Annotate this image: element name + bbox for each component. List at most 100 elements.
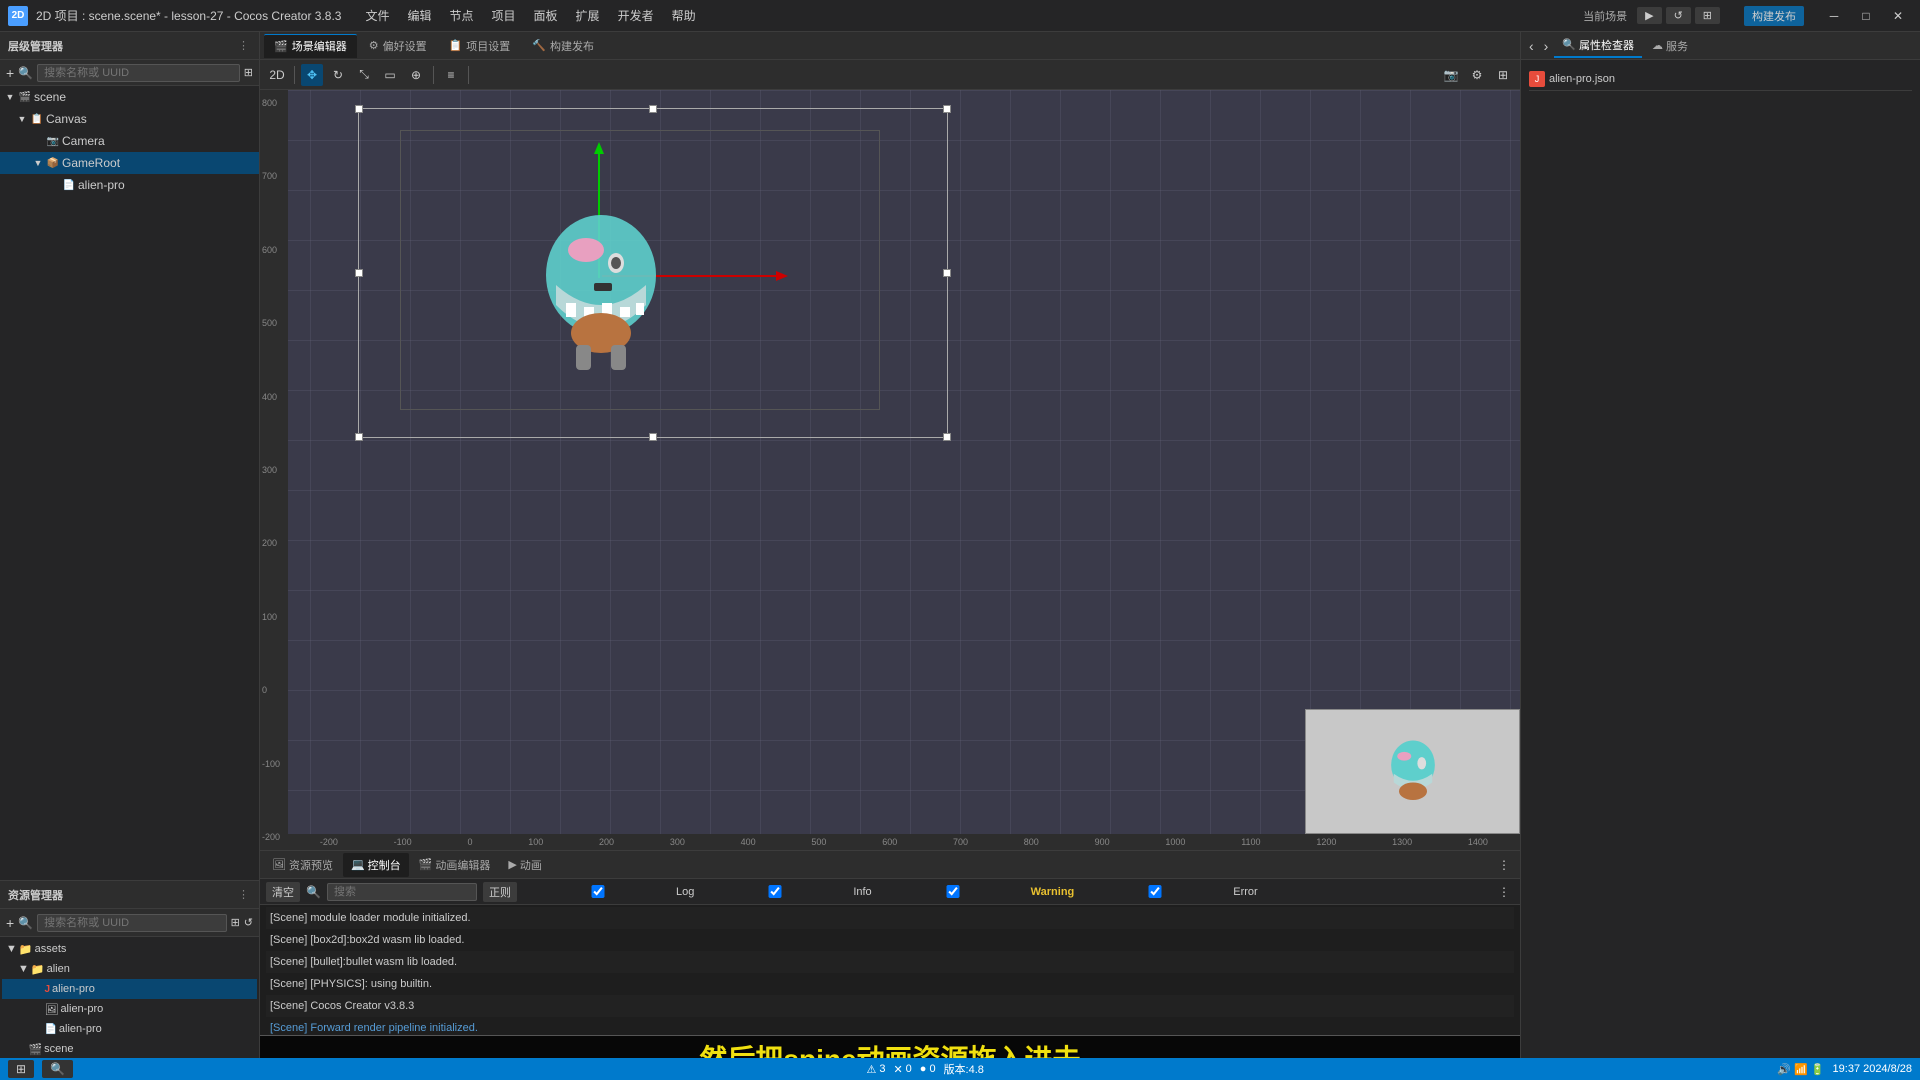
hierarchy-sort-icon[interactable]: ⊞ (244, 66, 253, 79)
filter-warning-checkbox[interactable] (878, 885, 1028, 898)
tab-properties[interactable]: 🔍 属性检查器 (1554, 34, 1642, 58)
nav-back-button[interactable]: ‹ (1525, 38, 1538, 54)
bottom-panel: 🖼 资源预览 💻 控制台 🎬 动画编辑器 ▶ 动画 (260, 850, 1520, 1080)
filter-log[interactable]: Log (523, 885, 694, 898)
btn-move-tool[interactable]: ✥ (301, 64, 323, 86)
device-selector[interactable]: 当前场景 (1577, 8, 1633, 24)
titlebar: 2D 2D 项目 : scene.scene* - lesson-27 - Co… (0, 0, 1920, 32)
right-tabs: ‹ › 🔍 属性检查器 ☁ 服务 (1521, 32, 1920, 60)
console-search-input[interactable] (327, 883, 477, 901)
btn-rotate-tool[interactable]: ↻ (327, 64, 349, 86)
tab-console[interactable]: 💻 控制台 (343, 853, 409, 877)
menu-panel[interactable]: 面板 (526, 5, 566, 26)
warning-count-value: 3 (879, 1063, 885, 1075)
left-panel: 层级管理器 ⋮ + 🔍 ⊞ ▼ 🎬 scene ▼ 📋 Ca (0, 32, 260, 1080)
asset-sort-icon[interactable]: ⊞ (231, 916, 240, 929)
menu-developer[interactable]: 开发者 (610, 5, 662, 26)
tree-arrow-gameroot: ▼ (32, 157, 44, 169)
btn-camera[interactable]: 📷 (1440, 64, 1462, 86)
asset-item-alien[interactable]: ▼ 📁 alien (2, 959, 257, 979)
assets-preview-label: 资源预览 (289, 857, 333, 873)
console-menu-icon[interactable]: ⋮ (1494, 885, 1514, 899)
console-clear-button[interactable]: 清空 (266, 882, 300, 902)
btn-align[interactable]: ≡ (440, 64, 462, 86)
asset-item-alien-pro-skel[interactable]: ▶ 📄 alien-pro (2, 1019, 257, 1039)
start-button[interactable]: ⊞ (8, 1060, 34, 1078)
layout-button[interactable]: ⊞ (1695, 7, 1720, 24)
menu-file[interactable]: 文件 (357, 5, 397, 26)
tab-animation-editor[interactable]: 🎬 动画编辑器 (411, 853, 499, 877)
btn-rect-tool[interactable]: ▭ (379, 64, 401, 86)
filter-warning[interactable]: Warning (878, 885, 1075, 898)
version-text: 版本:4.8 (944, 1061, 984, 1077)
properties-tab-label: 属性检查器 (1579, 37, 1634, 53)
hierarchy-search-input[interactable] (37, 64, 240, 82)
btn-viewport-max[interactable]: ⊞ (1492, 64, 1514, 86)
filter-info[interactable]: Info (700, 885, 871, 898)
btn-gizmo[interactable]: ⚙ (1466, 64, 1488, 86)
tab-project-settings[interactable]: 📋 项目设置 (439, 34, 521, 58)
hierarchy-settings-icon[interactable]: ⋮ (236, 37, 251, 54)
tab-scene-editor[interactable]: 🎬 场景编辑器 (264, 34, 357, 58)
center-panel: 🎬 场景编辑器 ⚙ 偏好设置 📋 项目设置 🔨 构建发布 2D ✥ ↻ ⤡ ▭ (260, 32, 1520, 1080)
tree-item-camera[interactable]: ▶ 📷 Camera (0, 130, 259, 152)
tree-item-scene[interactable]: ▼ 🎬 scene (0, 86, 259, 108)
window-minimize-button[interactable]: ─ (1820, 5, 1848, 27)
window-maximize-button[interactable]: □ (1852, 5, 1880, 27)
time-display: 19:37 (1833, 1063, 1861, 1075)
hierarchy-search-bar: + 🔍 ⊞ (0, 60, 259, 86)
alien-character[interactable] (526, 195, 676, 375)
reload-button[interactable]: ↺ (1666, 7, 1691, 24)
statusbar: ⊞ 🔍 ⚠ 3 ✕ 0 ● 0 版本:4.8 🔊 📶 🔋 19:37 2024/… (0, 1058, 1920, 1080)
clock: 19:37 2024/8/28 (1833, 1063, 1912, 1075)
error-count: ✕ 0 (893, 1063, 911, 1076)
asset-refresh-icon[interactable]: ↺ (244, 916, 253, 929)
asset-item-assets[interactable]: ▼ 📁 assets (2, 939, 257, 959)
console-icon: 💻 (351, 858, 365, 871)
tab-animation[interactable]: ▶ 动画 (500, 853, 549, 877)
tab-services[interactable]: ☁ 服务 (1644, 34, 1696, 58)
properties-tab-icon: 🔍 (1562, 38, 1576, 51)
scene-viewport[interactable]: 800 700 600 500 400 300 200 100 0 -100 -… (260, 90, 1520, 850)
asset-search-input[interactable] (37, 914, 226, 932)
btn-transform-tool[interactable]: ⊕ (405, 64, 427, 86)
gameroot-node-icon: 📦 (46, 156, 60, 170)
tree-item-alien-pro[interactable]: ▶ 📄 alien-pro (0, 174, 259, 196)
asset-item-alien-pro-json[interactable]: ▶ J alien-pro (2, 979, 257, 999)
play-button[interactable]: ▶ (1637, 7, 1661, 24)
log-line-1: [Scene] [box2d]:box2d wasm lib loaded. (266, 929, 1514, 951)
btn-scale-tool[interactable]: ⤡ (353, 64, 375, 86)
toolbar-sep-2 (433, 66, 434, 84)
console-expand-icon[interactable]: ⋮ (1492, 858, 1516, 872)
search-taskbar-button[interactable]: 🔍 (42, 1060, 73, 1078)
asset-item-alien-pro-png[interactable]: ▶ 🖼 alien-pro (2, 999, 257, 1019)
filter-error-checkbox[interactable] (1080, 885, 1230, 898)
asset-manager-settings-icon[interactable]: ⋮ (236, 886, 251, 903)
menu-edit[interactable]: 编辑 (399, 5, 439, 26)
tab-build[interactable]: 🔨 构建发布 (522, 34, 604, 58)
asset-label-alien-pro-json: alien-pro (52, 983, 95, 995)
filter-info-checkbox[interactable] (700, 885, 850, 898)
console-regex-button[interactable]: 正则 (483, 882, 517, 902)
canvas-node-icon: 📋 (30, 112, 44, 126)
window-close-button[interactable]: ✕ (1884, 5, 1912, 27)
build-publish-button[interactable]: 构建发布 (1744, 6, 1804, 26)
asset-add-button[interactable]: + (6, 915, 14, 931)
menu-help[interactable]: 帮助 (664, 5, 704, 26)
filter-log-label: Log (676, 886, 694, 898)
filter-log-checkbox[interactable] (523, 885, 673, 898)
asset-item-scene[interactable]: ▶ 🎬 scene (2, 1039, 257, 1059)
menu-extend[interactable]: 扩展 (568, 5, 608, 26)
tree-item-canvas[interactable]: ▼ 📋 Canvas (0, 108, 259, 130)
tab-preferences[interactable]: ⚙ 偏好设置 (359, 34, 437, 58)
tab-assets-preview[interactable]: 🖼 资源预览 (264, 853, 341, 877)
menu-project[interactable]: 项目 (484, 5, 524, 26)
btn-2d[interactable]: 2D (266, 64, 288, 86)
right-panel: ‹ › 🔍 属性检查器 ☁ 服务 J alien-pro.json (1520, 32, 1920, 1080)
nav-forward-button[interactable]: › (1540, 38, 1553, 54)
filter-error[interactable]: Error (1080, 885, 1257, 898)
tree-item-gameroot[interactable]: ▼ 📦 GameRoot (0, 152, 259, 174)
tree-label-camera: Camera (62, 134, 105, 148)
menu-node[interactable]: 节点 (442, 5, 482, 26)
add-node-button[interactable]: + (6, 65, 14, 81)
